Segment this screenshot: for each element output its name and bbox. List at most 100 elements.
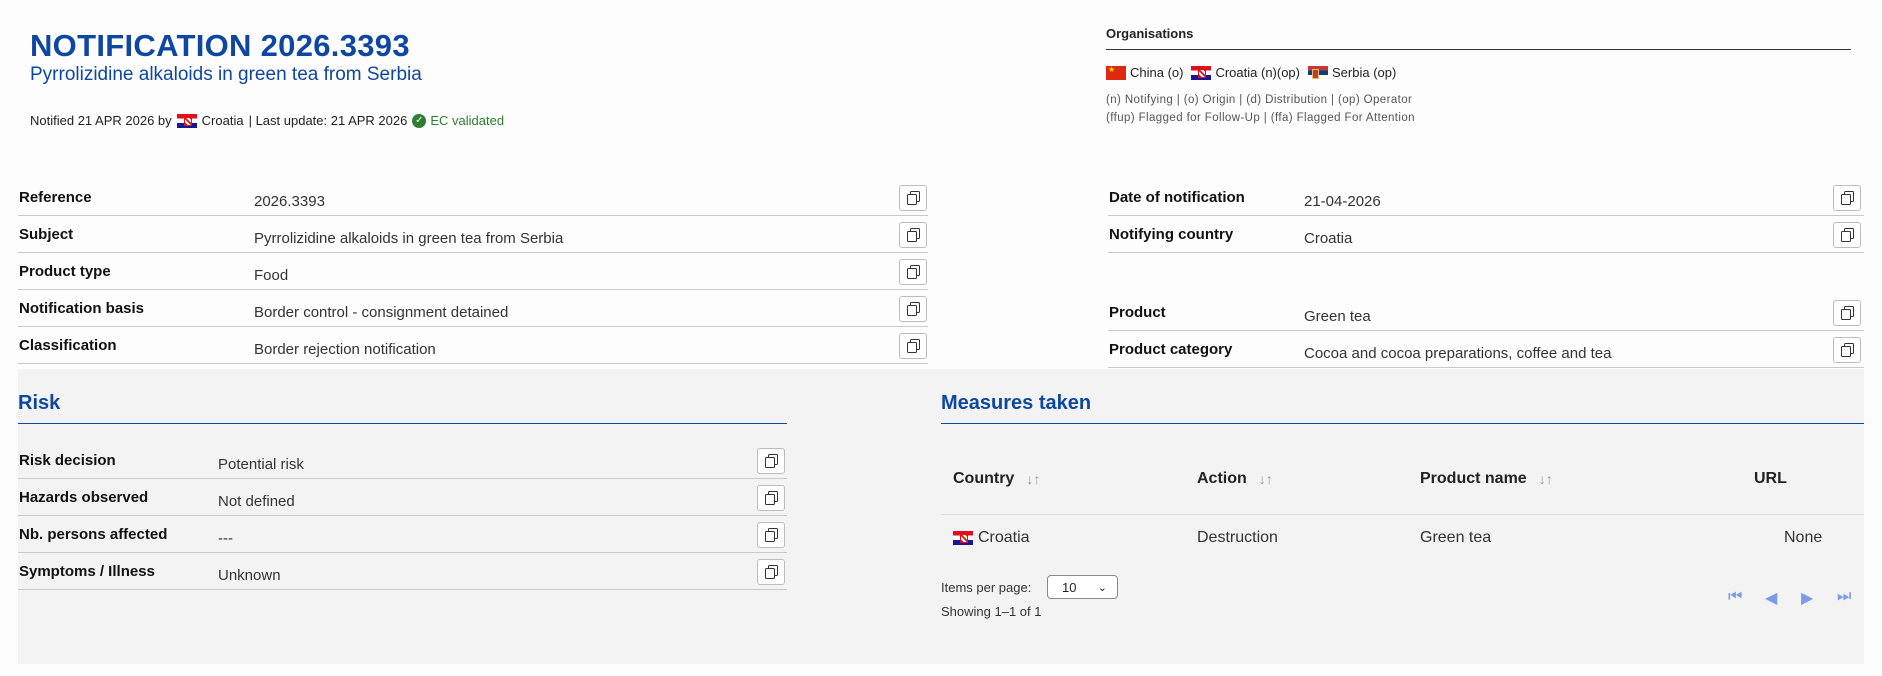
org-croatia: Croatia (n)(op) — [1191, 65, 1300, 80]
detail-row-product-category: Product category Cocoa and cocoa prepara… — [1108, 331, 1864, 368]
croatia-flag-icon — [1191, 65, 1212, 80]
detail-row-subject: Subject Pyrrolizidine alkaloids in green… — [18, 216, 928, 253]
items-per-page-select[interactable]: 10 ⌄ — [1047, 575, 1118, 599]
copy-icon[interactable] — [757, 485, 785, 511]
first-page-icon[interactable]: ⏮ — [1728, 588, 1742, 606]
items-per-page-label: Items per page: — [941, 580, 1032, 595]
field-value: Green tea — [1304, 308, 1371, 325]
page-subtitle: Pyrrolizidine alkaloids in green tea fro… — [30, 64, 422, 85]
field-value: Pyrrolizidine alkaloids in green tea fro… — [254, 230, 564, 247]
table-cell-country: Croatia — [953, 529, 1030, 547]
copy-icon[interactable] — [899, 296, 927, 322]
measures-title: Measures taken — [941, 392, 1092, 414]
column-header-product-name[interactable]: Product name ↓↑ — [1420, 470, 1553, 488]
sort-icon[interactable]: ↓↑ — [1539, 471, 1553, 487]
serbia-flag-icon — [1308, 65, 1328, 80]
risk-title: Risk — [18, 392, 61, 414]
field-label: Hazards observed — [19, 489, 149, 506]
table-cell-action: Destruction — [1197, 529, 1278, 546]
field-value: Unknown — [218, 567, 281, 584]
legend-line: (n) Notifying | (o) Origin | (d) Distrib… — [1106, 94, 1413, 106]
copy-icon[interactable] — [757, 522, 785, 548]
field-label: Date of notification — [1109, 189, 1245, 206]
detail-row-classification: Classification Border rejection notifica… — [18, 327, 928, 364]
table-cell-url: None — [1784, 529, 1823, 546]
copy-icon[interactable] — [1833, 222, 1861, 248]
org-label: Serbia (op) — [1332, 65, 1397, 80]
column-header-country[interactable]: Country ↓↑ — [953, 470, 1040, 488]
prev-page-icon[interactable]: ◀ — [1765, 588, 1777, 608]
org-label: Croatia (n)(op) — [1215, 65, 1300, 80]
field-label: Product — [1109, 304, 1166, 321]
next-page-icon[interactable]: ▶ — [1801, 588, 1813, 608]
detail-row-date-of-notification: Date of notification 21-04-2026 — [1108, 179, 1864, 216]
field-label: Nb. persons affected — [19, 526, 168, 543]
notified-country: Croatia — [201, 113, 244, 128]
organisations-legend: (n) Notifying | (o) Origin | (d) Distrib… — [1106, 91, 1851, 127]
page-title: NOTIFICATION 2026.3393 — [30, 28, 410, 63]
field-label: Product type — [19, 263, 111, 280]
field-label: Classification — [19, 337, 117, 354]
table-header-divider — [941, 514, 1864, 515]
risk-row-hazards: Hazards observed Not defined — [18, 479, 787, 516]
column-header-action[interactable]: Action ↓↑ — [1197, 470, 1273, 488]
copy-icon[interactable] — [899, 222, 927, 248]
column-label: Country — [953, 470, 1015, 487]
copy-icon[interactable] — [899, 185, 927, 211]
risk-row-decision: Risk decision Potential risk — [18, 442, 787, 479]
detail-row-notification-basis: Notification basis Border control - cons… — [18, 290, 928, 327]
china-flag-icon — [1106, 65, 1126, 80]
copy-icon[interactable] — [757, 448, 785, 474]
detail-row-product-type: Product type Food — [18, 253, 928, 290]
org-serbia: Serbia (op) — [1308, 65, 1396, 80]
field-value: Food — [254, 267, 289, 284]
field-value: 21-04-2026 — [1304, 193, 1381, 210]
field-label: Notification basis — [19, 300, 145, 317]
select-value: 10 — [1062, 579, 1077, 595]
copy-icon[interactable] — [1833, 337, 1861, 363]
field-value: Cocoa and cocoa preparations, coffee and… — [1304, 345, 1612, 362]
field-value: Border rejection notification — [254, 341, 436, 358]
cell-text: Croatia — [978, 529, 1030, 546]
field-label: Symptoms / Illness — [19, 563, 155, 580]
table-cell-product: Green tea — [1420, 529, 1492, 546]
organisations-panel: Organisations China (o) Croatia (n)(op) … — [1106, 26, 1851, 127]
detail-row-product: Product Green tea — [1108, 294, 1864, 331]
croatia-flag-icon — [953, 531, 973, 545]
last-page-icon[interactable]: ⏭ — [1837, 588, 1851, 606]
column-label: Action — [1197, 470, 1247, 487]
copy-icon[interactable] — [899, 259, 927, 285]
sort-icon[interactable]: ↓↑ — [1259, 471, 1273, 487]
pagination-range: Showing 1–1 of 1 — [941, 604, 1042, 619]
croatia-flag-icon — [176, 113, 197, 128]
org-china: China (o) — [1106, 65, 1183, 80]
sort-icon[interactable]: ↓↑ — [1026, 471, 1040, 487]
legend-line: (ffup) Flagged for Follow-Up | (ffa) Fla… — [1106, 112, 1415, 124]
column-header-url: URL — [1754, 470, 1787, 488]
field-value: 2026.3393 — [254, 193, 325, 210]
detail-row-notifying-country: Notifying country Croatia — [1108, 216, 1864, 253]
field-label: Product category — [1109, 341, 1233, 358]
copy-icon[interactable] — [1833, 300, 1861, 326]
copy-icon[interactable] — [1833, 185, 1861, 211]
organisations-list: China (o) Croatia (n)(op) Serbia (op) — [1106, 65, 1851, 80]
field-value: Not defined — [218, 493, 295, 510]
field-label: Reference — [19, 189, 92, 206]
risk-row-symptoms: Symptoms / Illness Unknown — [18, 553, 787, 590]
org-label: China (o) — [1130, 65, 1184, 80]
field-value: Potential risk — [218, 456, 304, 473]
copy-icon[interactable] — [899, 333, 927, 359]
validated-status: ✓ EC validated — [412, 113, 504, 128]
field-value: --- — [218, 530, 233, 547]
risk-row-persons-affected: Nb. persons affected --- — [18, 516, 787, 553]
notification-meta: Notified 21 APR 2026 by Croatia | Last u… — [30, 113, 504, 128]
detail-row-reference: Reference 2026.3393 — [18, 179, 928, 216]
field-value: Border control - consignment detained — [254, 304, 509, 321]
organisations-title: Organisations — [1106, 26, 1851, 50]
field-label: Risk decision — [19, 452, 116, 469]
field-value: Croatia — [1304, 230, 1353, 247]
field-label: Notifying country — [1109, 226, 1234, 243]
measures-divider — [941, 423, 1864, 424]
field-label: Subject — [19, 226, 74, 243]
copy-icon[interactable] — [757, 559, 785, 585]
